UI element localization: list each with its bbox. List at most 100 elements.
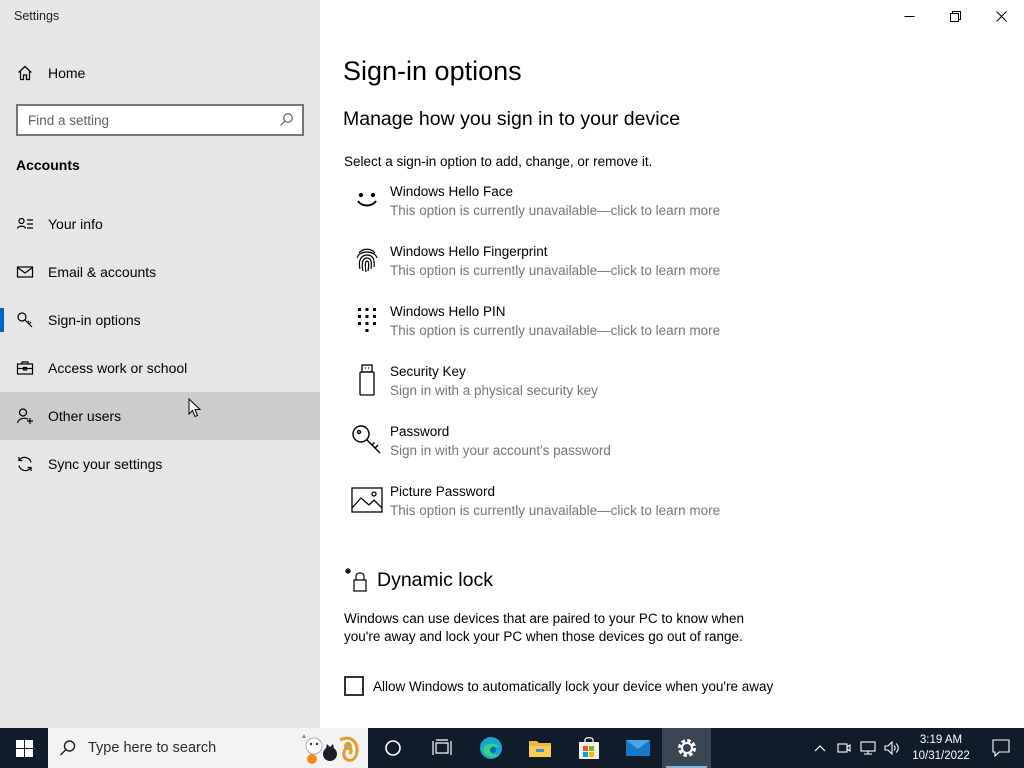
option-name: Password [390, 424, 450, 439]
windows-logo-icon [15, 739, 33, 757]
nav-list: Your info Email & accounts Sign-in optio… [0, 200, 320, 488]
sidebar-item-label: Sign-in options [48, 312, 141, 328]
option-name: Picture Password [390, 484, 496, 499]
option-description: This option is currently unavailable—cli… [390, 323, 721, 338]
sidebar-item-access-work-school[interactable]: Access work or school [0, 344, 320, 392]
page-title: Sign-in options [343, 56, 522, 86]
pin-pad-icon [343, 300, 390, 340]
settings-icon [677, 739, 696, 757]
taskbar-store[interactable] [564, 728, 613, 768]
file-explorer-icon [528, 741, 551, 757]
titlebar-controls [886, 0, 1024, 32]
usb-key-icon [343, 360, 390, 400]
option-picture-password[interactable]: Picture Password This option is currentl… [343, 480, 943, 540]
option-security-key[interactable]: Security Key Sign in with a physical sec… [343, 360, 943, 420]
dynamic-lock-checkbox-row[interactable]: Allow Windows to automatically lock your… [344, 676, 773, 696]
sidebar-item-other-users[interactable]: Other users [0, 392, 320, 440]
selected-indicator [0, 308, 4, 332]
sidebar-item-label: Access work or school [48, 360, 188, 376]
tray-network[interactable] [856, 728, 880, 768]
setting-search-input[interactable] [28, 112, 268, 128]
sign-in-options-list: Windows Hello Face This option is curren… [343, 180, 943, 540]
mail-app-icon [625, 740, 650, 756]
option-description: Sign in with your account's password [390, 443, 611, 458]
taskbar-file-explorer[interactable] [515, 728, 564, 768]
sidebar-item-email-accounts[interactable]: Email & accounts [0, 248, 320, 296]
close-icon [995, 10, 1007, 22]
nav-home[interactable]: Home [0, 54, 320, 92]
setting-search-box[interactable] [16, 104, 304, 136]
sidebar-item-sync-settings[interactable]: Sync your settings [0, 440, 320, 488]
add-person-icon [0, 407, 48, 425]
option-windows-hello-pin[interactable]: Windows Hello PIN This option is current… [343, 300, 943, 360]
taskbar-edge[interactable] [466, 728, 515, 768]
dynamic-lock-checkbox-label: Allow Windows to automatically lock your… [373, 678, 774, 694]
sidebar: Settings Home Accounts Your info [0, 0, 320, 728]
option-name: Windows Hello Fingerprint [390, 244, 548, 259]
meet-now-icon [837, 743, 851, 753]
taskbar-task-view[interactable] [417, 728, 466, 768]
volume-icon [884, 741, 899, 755]
option-windows-hello-fingerprint[interactable]: Windows Hello Fingerprint This option is… [343, 240, 943, 300]
taskbar-settings[interactable] [662, 728, 711, 768]
mail-icon [0, 263, 48, 281]
key-icon [0, 311, 48, 329]
taskbar-clock[interactable]: 3:19 AM 10/31/2022 [904, 732, 978, 764]
cortana-icon [384, 740, 401, 756]
sidebar-item-your-info[interactable]: Your info [0, 200, 320, 248]
password-key-icon [343, 420, 390, 460]
minimize-button[interactable] [886, 0, 932, 32]
mouse-cursor-icon [188, 398, 202, 418]
option-name: Windows Hello PIN [390, 304, 506, 319]
option-password[interactable]: Password Sign in with your account's pas… [343, 420, 943, 480]
section-title: Accounts [16, 157, 80, 173]
option-windows-hello-face[interactable]: Windows Hello Face This option is curren… [343, 180, 943, 240]
sidebar-item-label: Email & accounts [48, 264, 157, 280]
taskbar-search-icon [48, 739, 88, 757]
option-description: This option is currently unavailable—cli… [390, 263, 721, 278]
taskbar-search-placeholder: Type here to search [88, 740, 217, 756]
option-description: Sign in with a physical security key [390, 383, 598, 398]
restore-button[interactable] [932, 0, 978, 32]
minimize-icon [904, 15, 914, 17]
dynamic-lock-checkbox[interactable] [344, 676, 364, 696]
home-icon [0, 64, 48, 82]
nav-home-label: Home [48, 65, 86, 81]
option-description: This option is currently unavailable—cli… [390, 503, 721, 518]
store-icon [578, 737, 599, 759]
instruction-text: Select a sign-in option to add, change, … [344, 154, 653, 169]
tray-overflow-button[interactable] [808, 728, 832, 768]
search-icon[interactable] [279, 112, 294, 127]
restore-icon [949, 10, 961, 22]
option-description: This option is currently unavailable—cli… [390, 203, 721, 218]
chevron-up-icon [814, 745, 826, 752]
sidebar-item-sign-in-options[interactable]: Sign-in options [0, 296, 320, 344]
tray-meet-now[interactable] [832, 728, 856, 768]
contact-card-icon [0, 215, 48, 233]
sidebar-item-label: Your info [48, 216, 103, 232]
halloween-doodle-icon [302, 734, 359, 764]
tray-volume[interactable] [880, 728, 904, 768]
option-name: Security Key [390, 364, 466, 379]
notification-icon [992, 739, 1010, 757]
task-view-icon [431, 739, 452, 755]
network-icon [860, 741, 876, 755]
subheading: Manage how you sign in to your device [343, 108, 681, 130]
briefcase-icon [0, 359, 48, 377]
fingerprint-icon [343, 240, 390, 280]
dynamic-lock-description: Windows can use devices that are paired … [344, 611, 744, 644]
app-title: Settings [14, 9, 60, 23]
action-center-button[interactable] [978, 728, 1024, 768]
taskbar: Type here to search 3:19 AM 10/31/2022 [0, 728, 1024, 768]
taskbar-cortana[interactable] [368, 728, 417, 768]
start-button[interactable] [0, 728, 48, 768]
sidebar-item-label: Other users [48, 408, 122, 424]
option-name: Windows Hello Face [390, 184, 514, 199]
close-button[interactable] [978, 0, 1024, 32]
taskbar-search-box[interactable]: Type here to search [48, 728, 368, 768]
dynamic-lock-heading: Dynamic lock [343, 566, 493, 594]
sync-icon [0, 455, 48, 473]
dynamic-lock-icon [345, 568, 367, 592]
taskbar-mail[interactable] [613, 728, 662, 768]
dynamic-lock-title: Dynamic lock [377, 568, 493, 591]
